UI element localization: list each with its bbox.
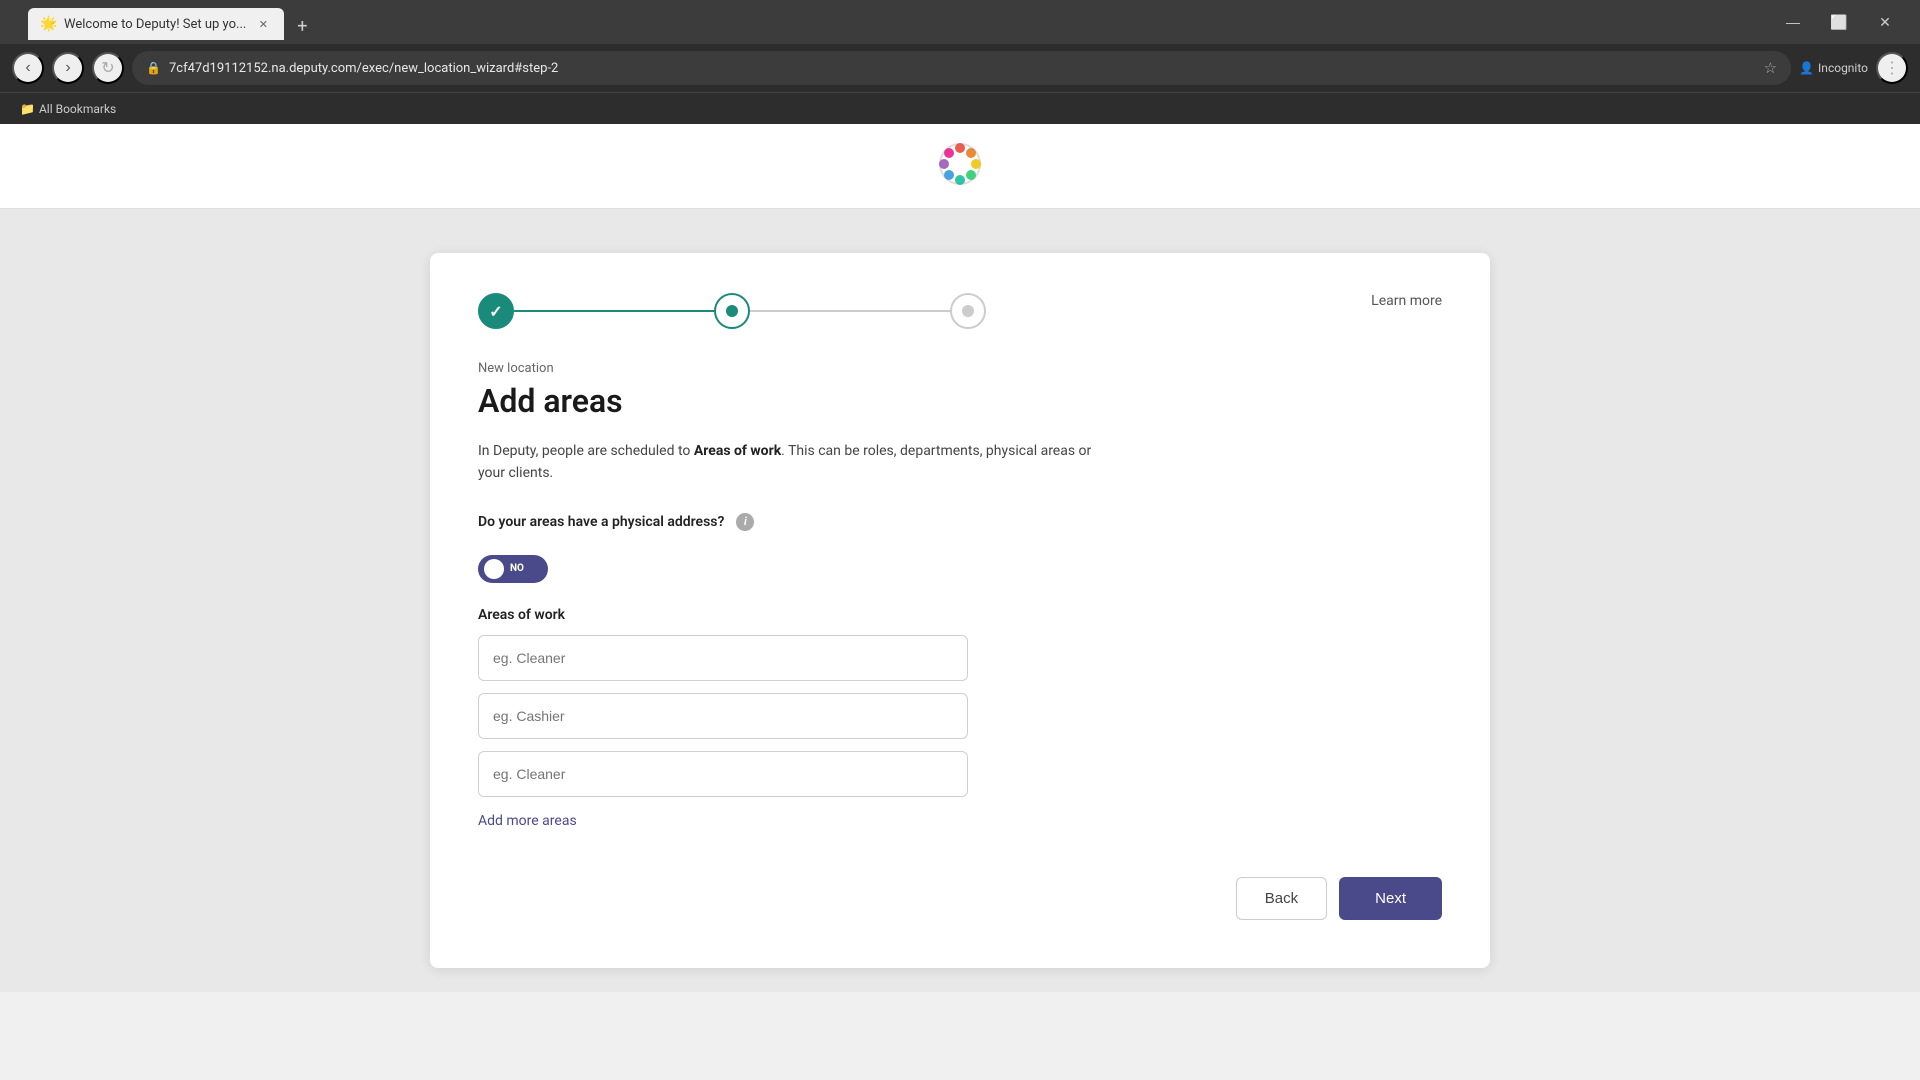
url-text: 7cf47d19112152.na.deputy.com/exec/new_lo…: [169, 61, 1756, 76]
close-button[interactable]: ✕: [1862, 6, 1908, 38]
description-text: In Deputy, people are scheduled to Areas…: [478, 440, 1118, 485]
physical-address-toggle[interactable]: NO: [478, 555, 548, 583]
section-label: New location: [478, 361, 1442, 376]
area-input-3[interactable]: [478, 751, 968, 797]
toggle-question-label: Do your areas have a physical address?: [478, 514, 724, 530]
step-3-circle: [950, 293, 986, 329]
area-input-2[interactable]: [478, 693, 968, 739]
step-3-dot: [962, 305, 974, 317]
folder-icon: 📁: [20, 102, 35, 116]
back-button[interactable]: ‹: [12, 52, 44, 84]
step-1-check-icon: ✓: [489, 302, 502, 321]
browser-window: 🌟 Welcome to Deputy! Set up yo... ✕ + — …: [0, 0, 1920, 124]
tab-title: Welcome to Deputy! Set up yo...: [64, 17, 246, 32]
description-plain-start: In Deputy, people are scheduled to: [478, 443, 694, 459]
address-bar-row: ‹ › ↻ 🔒 7cf47d19112152.na.deputy.com/exe…: [0, 44, 1920, 92]
wizard-footer: Back Next: [478, 877, 1442, 920]
toggle-thumb: [484, 559, 504, 579]
address-bar[interactable]: 🔒 7cf47d19112152.na.deputy.com/exec/new_…: [132, 51, 1791, 85]
page-background: Learn more ✓ New location: [0, 124, 1920, 992]
area-input-1[interactable]: [478, 635, 968, 681]
minimize-button[interactable]: —: [1770, 6, 1816, 38]
incognito-badge: 👤 Incognito: [1799, 61, 1868, 75]
step-line-2: [750, 310, 950, 312]
page-title: Add areas: [478, 382, 1442, 420]
tab-close-button[interactable]: ✕: [254, 15, 272, 33]
step-2-circle: [714, 293, 750, 329]
tab-favicon-icon: 🌟: [40, 16, 56, 32]
description-bold: Areas of work: [694, 443, 781, 459]
step-line-1: [514, 310, 714, 312]
next-button[interactable]: Next: [1339, 877, 1442, 920]
add-more-areas-link[interactable]: Add more areas: [478, 813, 577, 829]
bookmarks-folder-link[interactable]: 📁 All Bookmarks: [12, 100, 124, 118]
areas-of-work-label: Areas of work: [478, 607, 1442, 623]
browser-titlebar: 🌟 Welcome to Deputy! Set up yo... ✕ + — …: [0, 0, 1920, 44]
refresh-button[interactable]: ↻: [92, 52, 124, 84]
bookmark-star-icon[interactable]: ☆: [1764, 59, 1777, 77]
profile-icon: 👤: [1799, 61, 1814, 75]
bookmarks-bar: 📁 All Bookmarks: [0, 92, 1920, 124]
toggle-state-label: NO: [510, 563, 524, 574]
extensions-button[interactable]: ⋮: [1876, 52, 1908, 84]
back-button[interactable]: Back: [1236, 877, 1327, 920]
step-2-dot: [726, 305, 738, 317]
step-1-circle: ✓: [478, 293, 514, 329]
active-tab[interactable]: 🌟 Welcome to Deputy! Set up yo... ✕: [28, 8, 284, 40]
physical-address-row: Do your areas have a physical address? i: [478, 513, 1442, 531]
learn-more-link[interactable]: Learn more: [1371, 293, 1442, 309]
logo-header: [0, 124, 1920, 209]
wizard-card: Learn more ✓ New location: [430, 253, 1490, 968]
forward-button[interactable]: ›: [52, 52, 84, 84]
lock-icon: 🔒: [146, 61, 161, 75]
restore-button[interactable]: ⬜: [1816, 6, 1862, 38]
deputy-logo: [936, 140, 984, 188]
new-tab-button[interactable]: +: [288, 12, 316, 40]
info-icon[interactable]: i: [736, 513, 754, 531]
stepper: ✓: [478, 293, 1442, 329]
